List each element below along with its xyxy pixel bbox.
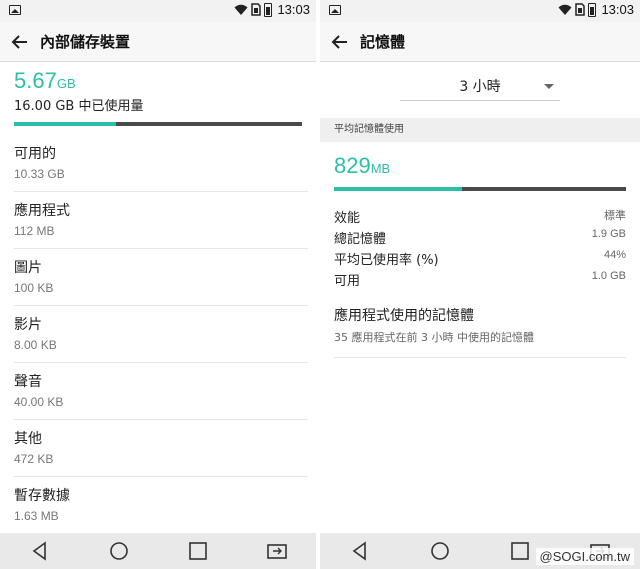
- stat-label: 平均已使用率 (%): [334, 253, 439, 268]
- sim-icon: [575, 3, 586, 16]
- list-item[interactable]: 圖片 100 KB: [14, 249, 308, 306]
- stat-value: 44%: [603, 249, 626, 261]
- list-item[interactable]: 暫存數據 1.63 MB: [14, 477, 308, 534]
- section-header: 平均記憶體使用: [320, 118, 640, 142]
- status-bar: 13:03: [0, 0, 316, 22]
- list-item-value: 100 KB: [14, 281, 54, 295]
- navigation-bar: [0, 533, 316, 569]
- stat-value: 1.0 GB: [591, 270, 626, 282]
- back-arrow-icon[interactable]: [10, 32, 30, 52]
- storage-screen: 13:03 內部儲存裝置 5.67GB 16.00 GB 中已使用量 可用的 10…: [0, 0, 316, 569]
- storage-content: 5.67GB 16.00 GB 中已使用量 可用的 10.33 GB 應用程式 112…: [0, 63, 316, 534]
- nav-back-icon[interactable]: [349, 540, 371, 562]
- back-arrow-icon[interactable]: [330, 32, 350, 52]
- battery-icon: [264, 2, 273, 17]
- avg-memory-value: 829MB: [334, 153, 391, 178]
- list-item-value: 10.33 GB: [14, 167, 65, 181]
- list-item[interactable]: 應用程式 112 MB: [14, 192, 308, 249]
- list-item[interactable]: 聲音 40.00 KB: [14, 363, 308, 420]
- clock: 13:03: [601, 2, 634, 17]
- time-range-value: 3 小時: [459, 78, 501, 95]
- list-item-value: 8.00 KB: [14, 338, 57, 352]
- stat-row: 可用 1.0 GB: [334, 270, 626, 291]
- stat-label: 總記憶體: [334, 232, 387, 247]
- list-item-value: 1.63 MB: [14, 509, 59, 523]
- storage-progress-fill: [14, 122, 116, 126]
- image-notification-icon: [329, 5, 341, 15]
- nav-recents-icon[interactable]: [509, 540, 531, 562]
- app-memory-subtitle: 35 應用程式在前 3 小時 中使用的記憶體: [334, 331, 534, 344]
- list-item-label: 影片: [14, 317, 42, 333]
- list-item-label: 聲音: [14, 374, 42, 390]
- app-memory-item[interactable]: 應用程式使用的記憶體 35 應用程式在前 3 小時 中使用的記憶體: [334, 305, 626, 358]
- memory-progress-bar: [334, 187, 626, 191]
- storage-category-list: 可用的 10.33 GB 應用程式 112 MB 圖片 100 KB 影片 8.00 KB 聲音…: [0, 126, 316, 534]
- page-title: 記憶體: [360, 33, 406, 51]
- page-title: 內部儲存裝置: [40, 33, 131, 51]
- stat-row: 效能 標準: [334, 207, 626, 228]
- list-item[interactable]: 可用的 10.33 GB: [14, 135, 308, 192]
- stat-row: 總記憶體 1.9 GB: [334, 228, 626, 249]
- list-item-value: 112 MB: [14, 224, 55, 238]
- image-notification-icon: [9, 5, 21, 15]
- nav-dual-window-icon[interactable]: [266, 540, 288, 562]
- list-item-value: 472 KB: [14, 452, 54, 466]
- total-storage-text: 16.00 GB 中已使用量: [14, 99, 144, 114]
- clock: 13:03: [277, 2, 310, 17]
- list-item[interactable]: 影片 8.00 KB: [14, 306, 308, 363]
- memory-progress-fill: [334, 187, 463, 191]
- list-item-value: 40.00 KB: [14, 395, 64, 409]
- nav-home-icon[interactable]: [429, 540, 451, 562]
- wifi-icon: [234, 4, 248, 15]
- time-range-dropdown[interactable]: 3 小時: [400, 71, 560, 101]
- dropdown-arrow-icon: [544, 84, 554, 89]
- list-item-label: 其他: [14, 431, 42, 447]
- list-item-label: 可用的: [14, 146, 56, 162]
- app-memory-title: 應用程式使用的記憶體: [334, 308, 474, 324]
- list-item-label: 圖片: [14, 260, 42, 276]
- wifi-icon: [558, 4, 572, 15]
- status-bar: 13:03: [320, 0, 640, 22]
- battery-icon: [588, 2, 597, 17]
- stat-value: 標準: [604, 210, 626, 222]
- nav-recents-icon[interactable]: [187, 540, 209, 562]
- nav-back-icon[interactable]: [29, 540, 51, 562]
- stat-value: 1.9 GB: [591, 228, 626, 240]
- sim-icon: [251, 3, 262, 16]
- storage-progress-bar: [14, 122, 302, 126]
- stat-row: 平均已使用率 (%) 44%: [334, 249, 626, 270]
- nav-home-icon[interactable]: [108, 540, 130, 562]
- stat-label: 可用: [334, 274, 361, 289]
- list-item-label: 應用程式: [14, 203, 70, 219]
- stat-label: 效能: [334, 211, 361, 226]
- memory-stats: 效能 標準總記憶體 1.9 GB 平均已使用率 (%) 44% 可用 1.0 GB: [334, 207, 626, 291]
- watermark: @SOGI.com.tw: [535, 548, 634, 565]
- memory-screen: 13:03 記憶體 3 小時 平均記憶體使用 829MB 效能 標準總記憶體 1.9…: [320, 0, 640, 569]
- used-storage-value: 5.67GB: [14, 68, 76, 93]
- app-bar: 內部儲存裝置: [0, 22, 316, 62]
- list-item-label: 暫存數據: [14, 488, 70, 504]
- memory-content: 3 小時 平均記憶體使用 829MB 效能 標準總記憶體 1.9 GB 平均已使用率 …: [320, 63, 640, 533]
- list-item[interactable]: 其他 472 KB: [14, 420, 308, 477]
- app-bar: 記憶體: [320, 22, 640, 62]
